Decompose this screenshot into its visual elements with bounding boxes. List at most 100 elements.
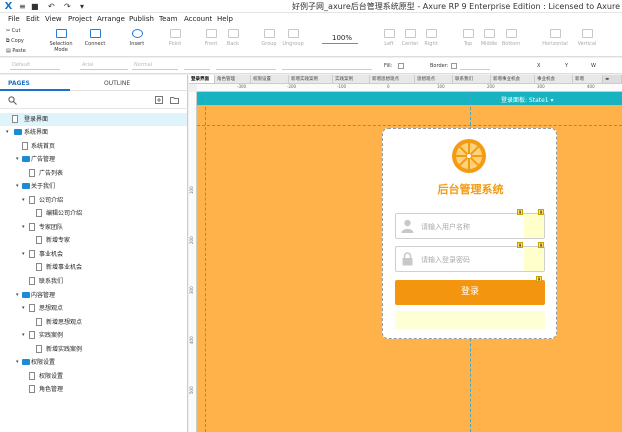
tree-item-system[interactable]: ▾ 系统界面 — [0, 126, 187, 139]
login-card[interactable]: 后台管理系统 请输入用户名称 9 9 请输入登录密码 9 9 登录 9 — [382, 128, 557, 339]
note-marker-icon[interactable]: 9 — [538, 209, 544, 215]
login-button[interactable]: 登录 — [395, 280, 545, 305]
collapse-caret-icon[interactable]: ▾ — [6, 126, 9, 139]
editor-tab[interactable]: 权限设置 — [251, 75, 289, 83]
insert-button[interactable]: Insert — [124, 29, 150, 47]
font-weight-select[interactable]: Normal — [132, 61, 178, 70]
cut-button[interactable]: ✂ Cut — [6, 27, 20, 35]
menu-arrange[interactable]: Arrange — [97, 14, 125, 24]
collapse-caret-icon[interactable]: ▾ — [22, 248, 25, 261]
tree-item-permission-settings[interactable]: 权限设置 — [0, 370, 187, 383]
align-right-button[interactable]: Right — [418, 29, 444, 47]
collapse-caret-icon[interactable]: ▾ — [22, 302, 25, 315]
redo-icon[interactable]: ↷ — [64, 1, 71, 12]
align-bottom-button[interactable]: Bottom — [498, 29, 524, 47]
design-canvas[interactable]: 登录面板: State1 ▾ 后台管理系统 请输入用户名称 9 9 请输入登录密… — [197, 92, 622, 432]
paste-button[interactable]: ▤ Paste — [6, 47, 26, 55]
distribute-vertical-button[interactable]: Vertical — [572, 29, 602, 47]
tree-item-edit-company[interactable]: 编辑公司介绍 — [0, 207, 187, 220]
note-marker-icon[interactable]: 9 — [536, 276, 542, 282]
dropdown-icon[interactable]: ▾ — [80, 1, 84, 12]
font-select[interactable]: Arial — [80, 61, 128, 70]
password-input[interactable]: 请输入登录密码 — [395, 246, 545, 272]
undo-icon[interactable]: ↶ — [48, 1, 55, 12]
guide-line[interactable] — [205, 92, 206, 432]
menu-project[interactable]: Project — [68, 14, 92, 24]
border-color-swatch[interactable] — [451, 63, 457, 69]
collapse-caret-icon[interactable]: ▾ — [16, 153, 19, 166]
editor-tab[interactable]: 角色管理 — [215, 75, 251, 83]
font-size-select[interactable] — [184, 61, 210, 70]
menu-file[interactable]: File — [8, 14, 20, 24]
tree-item-add-expert[interactable]: 新增专家 — [0, 234, 187, 247]
editor-tab[interactable]: 新增思想观点 — [370, 75, 415, 83]
collapse-caret-icon[interactable]: ▾ — [16, 180, 19, 193]
fill-color-swatch[interactable] — [398, 63, 404, 69]
note-marker-icon[interactable]: 9 — [538, 242, 544, 248]
connect-button[interactable]: Connect — [82, 29, 108, 47]
editor-tab[interactable]: 事业机会 — [535, 75, 573, 83]
guide-line[interactable] — [197, 125, 622, 126]
tab-outline[interactable]: OUTLINE — [104, 80, 130, 87]
editor-tab-login[interactable]: 登录界面 — [189, 75, 215, 83]
border-width-select[interactable] — [460, 61, 490, 70]
axure-app-icon[interactable]: X — [3, 1, 14, 12]
search-icon[interactable] — [8, 96, 17, 105]
back-button[interactable]: Back — [220, 29, 246, 47]
group-button[interactable]: Group — [256, 29, 282, 47]
tree-item-roles[interactable]: 角色管理 — [0, 383, 187, 396]
tree-item-cases[interactable]: ▾ 实践案例 — [0, 329, 187, 342]
zoom-select[interactable]: 100% — [322, 33, 358, 44]
tree-item-company[interactable]: ▾ 公司介绍 — [0, 194, 187, 207]
add-folder-icon[interactable] — [170, 96, 179, 104]
menu-account[interactable]: Account — [184, 14, 212, 24]
menu-help[interactable]: Help — [217, 14, 233, 24]
tree-item-experts[interactable]: ▾ 专家团队 — [0, 221, 187, 234]
distribute-horizontal-button[interactable]: Horizontal — [538, 29, 572, 47]
note-marker-icon[interactable]: 9 — [517, 209, 523, 215]
collapse-caret-icon[interactable]: ▾ — [22, 194, 25, 207]
menu-publish[interactable]: Publish — [129, 14, 154, 24]
tree-item-ads[interactable]: ▾ 广告管理 — [0, 153, 187, 166]
menu-view[interactable]: View — [45, 14, 62, 24]
editor-tab[interactable]: 新增事业机会 — [491, 75, 535, 83]
tree-item-home[interactable]: 系统首页 — [0, 140, 187, 153]
tree-item-content[interactable]: ▾ 内容管理 — [0, 289, 187, 302]
text-align-tools[interactable] — [282, 61, 372, 70]
tree-item-career[interactable]: ▾ 事业机会 — [0, 248, 187, 261]
tab-pages[interactable]: PAGES — [8, 80, 30, 87]
collapse-caret-icon[interactable]: ▾ — [22, 329, 25, 342]
ungroup-button[interactable]: Ungroup — [280, 29, 306, 47]
style-select[interactable]: Default — [10, 61, 60, 70]
copy-button[interactable]: ⧉ Copy — [6, 37, 24, 45]
tree-item-ad-list[interactable]: 广告列表 — [0, 167, 187, 180]
username-input[interactable]: 请输入用户名称 — [395, 213, 545, 239]
menu-edit[interactable]: Edit — [26, 14, 40, 24]
dynamic-panel-state-select[interactable]: 登录面板: State1 ▾ — [501, 95, 554, 104]
tree-item-about[interactable]: ▾ 关于我们 — [0, 180, 187, 193]
save-icon[interactable]: ■ — [31, 1, 39, 12]
tree-item-login[interactable]: 登录界面 — [0, 113, 187, 126]
menu-team[interactable]: Team — [159, 14, 178, 24]
point-button[interactable]: Point — [162, 29, 188, 47]
add-page-icon[interactable] — [155, 96, 163, 104]
tree-item-ideas[interactable]: ▾ 思想观点 — [0, 302, 187, 315]
collapse-caret-icon[interactable]: ▾ — [16, 356, 19, 369]
collapse-caret-icon[interactable]: ▾ — [16, 289, 19, 302]
tree-item-add-case[interactable]: 新增实践案例 — [0, 343, 187, 356]
selection-mode-button[interactable]: Selection Mode — [42, 29, 80, 53]
tree-item-add-career[interactable]: 新增事业机会 — [0, 261, 187, 274]
editor-tab[interactable]: 实践案例 — [333, 75, 370, 83]
editor-tab[interactable]: 新增 — [573, 75, 603, 83]
tree-item-add-idea[interactable]: 新增思想观点 — [0, 316, 187, 329]
editor-tab[interactable]: 联系我们 — [453, 75, 491, 83]
text-format-tools[interactable] — [216, 61, 276, 70]
menu-icon[interactable]: ≡ — [19, 1, 26, 12]
collapse-caret-icon[interactable]: ▾ — [22, 221, 25, 234]
tab-scroll-arrows[interactable]: ◂▸ — [603, 75, 622, 83]
tree-item-contact[interactable]: 联系我们 — [0, 275, 187, 288]
editor-tab[interactable]: 思想观点 — [415, 75, 453, 83]
tree-item-permissions[interactable]: ▾ 权限设置 — [0, 356, 187, 369]
note-marker-icon[interactable]: 9 — [517, 242, 523, 248]
editor-tab[interactable]: 新增实践案例 — [289, 75, 333, 83]
